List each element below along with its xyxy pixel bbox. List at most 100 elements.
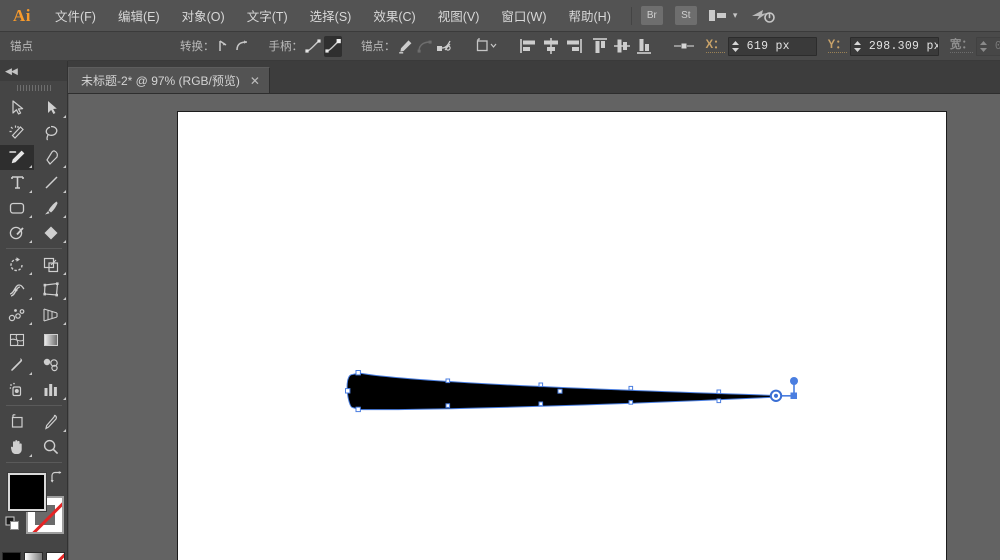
tool-flyout-corner-icon (29, 322, 32, 325)
tool-flyout-corner-icon (29, 272, 32, 275)
type-tool[interactable] (0, 170, 34, 195)
tool-flyout-corner-icon (29, 372, 32, 375)
column-graph-tool[interactable] (34, 377, 68, 402)
selection-tool[interactable] (0, 95, 34, 120)
color-swatch-button[interactable] (2, 552, 21, 560)
align-center-v-icon[interactable] (612, 36, 632, 57)
connect-anchor-icon[interactable] (416, 36, 433, 57)
scale-tool[interactable] (34, 252, 68, 277)
hide-handles-icon[interactable] (324, 35, 342, 57)
width-tool[interactable] (0, 277, 34, 302)
document-tab-title: 未标题-2* @ 97% (RGB/预览) (81, 74, 240, 88)
gradient-swatch-button[interactable] (24, 552, 43, 560)
convert-to-smooth-icon[interactable] (234, 36, 250, 57)
tool-flyout-corner-icon (29, 397, 32, 400)
width-field (975, 36, 1000, 56)
align-center-h-icon[interactable] (541, 36, 561, 57)
none-swatch-button[interactable] (46, 552, 65, 560)
x-input[interactable] (741, 37, 816, 55)
workspace-switcher-button[interactable] (751, 6, 776, 26)
stock-button[interactable]: St (674, 6, 697, 25)
swap-fill-stroke-icon[interactable] (49, 471, 64, 484)
control-bar: 锚点 转换： 手柄： 锚点： X： 619 px Y： 298.309 px 宽… (0, 32, 1000, 61)
color-controls (0, 470, 68, 548)
x-stepper-icon[interactable] (729, 38, 742, 55)
mesh-tool[interactable] (0, 327, 34, 352)
menu-file[interactable]: 文件(F) (44, 0, 107, 32)
paintbrush-tool[interactable] (34, 195, 68, 220)
swatch-mode-buttons (0, 552, 67, 560)
show-handles-icon[interactable] (304, 36, 322, 57)
tools-divider-3 (6, 462, 62, 463)
menu-type[interactable]: 文字(T) (236, 0, 299, 32)
menu-effect[interactable]: 效果(C) (362, 0, 426, 32)
live-paint-bucket-tool[interactable] (0, 377, 34, 402)
slice-tool[interactable] (34, 409, 68, 434)
y-input[interactable] (863, 37, 938, 55)
cut-path-icon[interactable] (435, 36, 453, 57)
blend-tool[interactable] (34, 352, 68, 377)
arrange-documents-icon (708, 10, 726, 21)
tools-divider-2 (6, 405, 62, 406)
align-right-icon[interactable] (563, 36, 583, 57)
gradient-tool[interactable] (34, 327, 68, 352)
tools-panel-grip[interactable] (0, 83, 67, 92)
zoom-tool[interactable] (34, 434, 68, 459)
align-top-icon[interactable] (590, 36, 610, 57)
transform-dropdown-icon[interactable] (473, 36, 499, 57)
tools-panel: ◀◀ (0, 61, 68, 560)
default-fill-stroke-icon[interactable] (5, 516, 21, 532)
direction-handle-base (790, 392, 797, 399)
menu-window[interactable]: 窗口(W) (490, 0, 557, 32)
convert-to-corner-icon[interactable] (216, 36, 232, 57)
align-left-icon[interactable] (519, 36, 539, 57)
symbol-sprayer-tool[interactable] (0, 302, 34, 327)
line-segment-tool[interactable] (34, 170, 68, 195)
width-input (989, 37, 1000, 55)
perspective-grid-tool[interactable] (34, 302, 68, 327)
arrange-documents-button[interactable]: ▾ (708, 10, 738, 21)
menubar-divider (630, 6, 632, 25)
tools-divider-1 (6, 248, 62, 249)
document-tab[interactable]: 未标题-2* @ 97% (RGB/预览) ✕ (68, 67, 270, 93)
y-coordinate-field[interactable] (849, 36, 939, 56)
lasso-tool[interactable] (34, 120, 68, 145)
tool-flyout-corner-icon (63, 115, 66, 118)
fill-swatch[interactable] (7, 472, 47, 512)
eraser-tool[interactable] (34, 220, 68, 245)
x-coordinate-field[interactable] (727, 36, 817, 56)
rotate-tool[interactable] (0, 252, 34, 277)
close-icon[interactable]: ✕ (250, 75, 260, 87)
x-field-label: X： (705, 38, 725, 53)
artboard-tool[interactable] (0, 409, 34, 434)
tool-flyout-corner-icon (63, 429, 66, 432)
menu-select[interactable]: 选择(S) (299, 0, 363, 32)
shape-builder-tool[interactable] (0, 220, 34, 245)
direct-selection-tool[interactable] (34, 95, 68, 120)
tools-panel-header[interactable]: ◀◀ (0, 61, 67, 81)
artwork-layer (345, 370, 798, 413)
hand-tool[interactable] (0, 434, 34, 459)
align-bottom-icon[interactable] (634, 36, 654, 57)
menu-view[interactable]: 视图(V) (427, 0, 491, 32)
rectangle-tool[interactable] (0, 195, 34, 220)
shaper-tool[interactable] (0, 145, 34, 170)
chevron-down-icon: ▾ (732, 10, 738, 20)
direction-handle-endpoint (790, 377, 798, 385)
tool-flyout-corner-icon (29, 454, 32, 457)
y-stepper-icon[interactable] (851, 38, 864, 55)
collapse-panel-icon[interactable]: ◀◀ (5, 66, 18, 77)
illustrator-window: Ai 文件(F) 编辑(E) 对象(O) 文字(T) 选择(S) 效果(C) 视… (0, 0, 1000, 560)
menu-object[interactable]: 对象(O) (171, 0, 236, 32)
bridge-button[interactable]: Br (640, 6, 663, 25)
anchors-label: 锚点： (361, 41, 396, 53)
eyedropper-tool[interactable] (0, 352, 34, 377)
remove-anchor-icon[interactable] (397, 36, 414, 57)
menu-edit[interactable]: 编辑(E) (107, 0, 171, 32)
canvas-area[interactable] (69, 94, 1000, 560)
menu-help[interactable]: 帮助(H) (558, 0, 622, 32)
free-transform-tool[interactable] (34, 277, 68, 302)
pen-tool[interactable] (34, 145, 68, 170)
magic-wand-tool[interactable] (0, 120, 34, 145)
tool-flyout-corner-icon (63, 165, 66, 168)
